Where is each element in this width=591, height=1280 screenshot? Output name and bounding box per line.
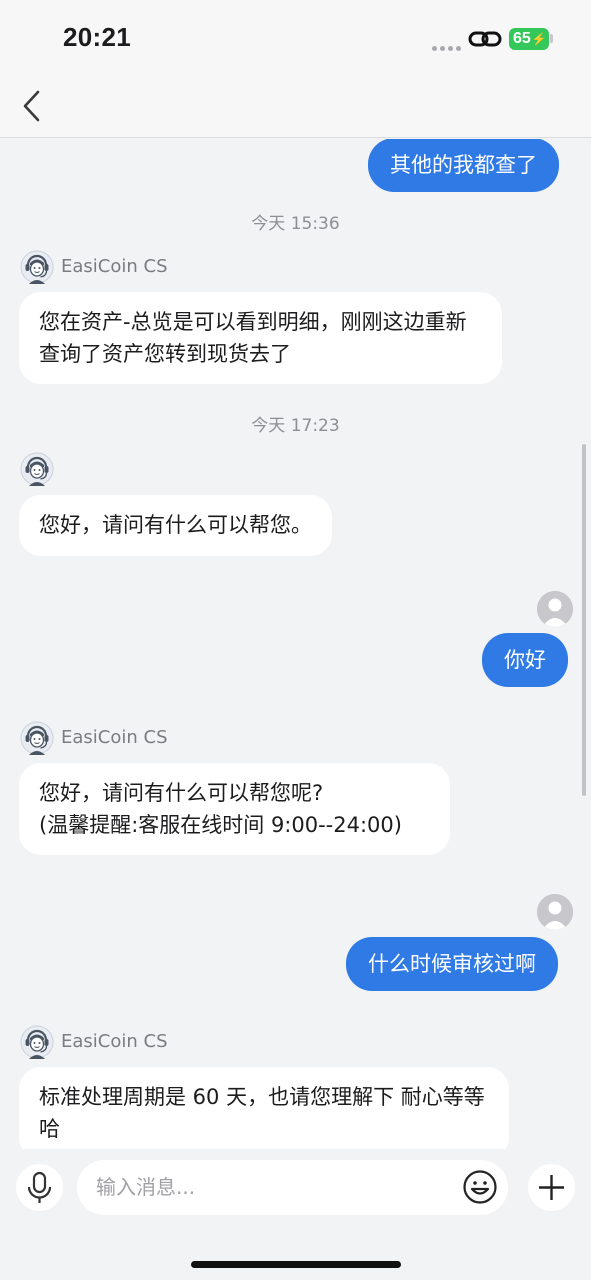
charging-icon: ⚡ <box>531 32 547 46</box>
message-bubble-incoming: 标准处理周期是 60 天，也请您理解下 耐心等等哈 <box>19 1067 509 1149</box>
link-icon <box>468 31 502 47</box>
status-time: 20:21 <box>63 22 131 52</box>
scrollbar[interactable] <box>582 444 586 796</box>
more-actions-button[interactable] <box>528 1164 575 1211</box>
sender-name: EasiCoin CS <box>61 727 168 748</box>
message-bubble-incoming: 您好，请问有什么可以帮您。 <box>19 495 332 556</box>
message-bubble-outgoing: 其他的我都查了 <box>368 139 559 192</box>
message-input[interactable]: 输入消息... <box>77 1160 508 1215</box>
message-bubble-outgoing: 你好 <box>482 633 568 687</box>
microphone-icon <box>27 1171 52 1203</box>
user-avatar-icon <box>537 591 573 627</box>
message-line: (温馨提醒:客服在线时间 9:00--24:00) <box>39 813 402 837</box>
signal-icon <box>432 36 466 51</box>
battery-cap <box>550 34 553 43</box>
smiley-icon[interactable] <box>462 1169 498 1205</box>
sender-name: EasiCoin CS <box>61 1031 168 1052</box>
top-bar: 20:21 65 ⚡ <box>0 0 591 138</box>
voice-input-button[interactable] <box>16 1164 63 1211</box>
message-bubble-incoming: 您在资产-总览是可以看到明细，刚刚这边重新查询了资产您转到现货去了 <box>19 292 502 384</box>
message-bubble-incoming: 您好，请问有什么可以帮您呢? (温馨提醒:客服在线时间 9:00--24:00) <box>19 763 450 855</box>
timestamp: 今天 15:36 <box>251 214 340 234</box>
cs-agent-avatar-icon <box>20 721 54 755</box>
chevron-left-icon[interactable] <box>18 86 46 126</box>
chat-message-list[interactable]: 其他的我都查了 今天 15:36 EasiCoin CS 您在资产-总览是可以看… <box>0 139 591 1149</box>
home-indicator[interactable] <box>191 1261 401 1268</box>
cs-agent-avatar-icon <box>20 250 54 284</box>
timestamp: 今天 17:23 <box>251 416 340 436</box>
plus-icon <box>539 1175 564 1200</box>
sender-name: EasiCoin CS <box>61 256 168 277</box>
battery-indicator: 65 ⚡ <box>509 28 549 50</box>
cs-agent-avatar-icon <box>20 1025 54 1059</box>
message-bubble-outgoing: 什么时候审核过啊 <box>346 937 558 991</box>
user-avatar-icon <box>537 894 573 930</box>
battery-level: 65 <box>513 30 531 47</box>
message-line: 您好，请问有什么可以帮您呢? <box>39 781 324 805</box>
cs-agent-avatar-icon <box>20 452 54 486</box>
